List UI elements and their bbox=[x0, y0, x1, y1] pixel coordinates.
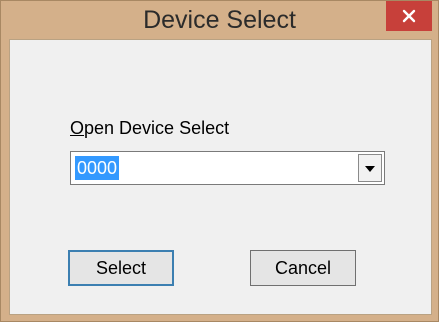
title-bar[interactable]: Device Select bbox=[1, 1, 438, 39]
combobox-selected-value: 0000 bbox=[75, 156, 120, 180]
close-button[interactable] bbox=[386, 1, 432, 31]
dialog-body: Open Device Select 0000 Select Cancel bbox=[9, 39, 432, 315]
chevron-down-icon bbox=[365, 159, 375, 177]
dialog-window: Device Select Open Device Select 0000 Se… bbox=[0, 0, 439, 322]
device-combobox[interactable]: 0000 bbox=[70, 151, 385, 185]
combobox-dropdown-button[interactable] bbox=[358, 154, 382, 182]
device-select-label: Open Device Select bbox=[70, 118, 229, 139]
close-icon bbox=[402, 9, 416, 23]
select-button[interactable]: Select bbox=[68, 250, 174, 286]
cancel-button[interactable]: Cancel bbox=[250, 250, 356, 286]
label-access-key: O bbox=[70, 118, 85, 138]
window-title: Device Select bbox=[143, 6, 296, 34]
label-text: pen Device Select bbox=[84, 118, 230, 138]
